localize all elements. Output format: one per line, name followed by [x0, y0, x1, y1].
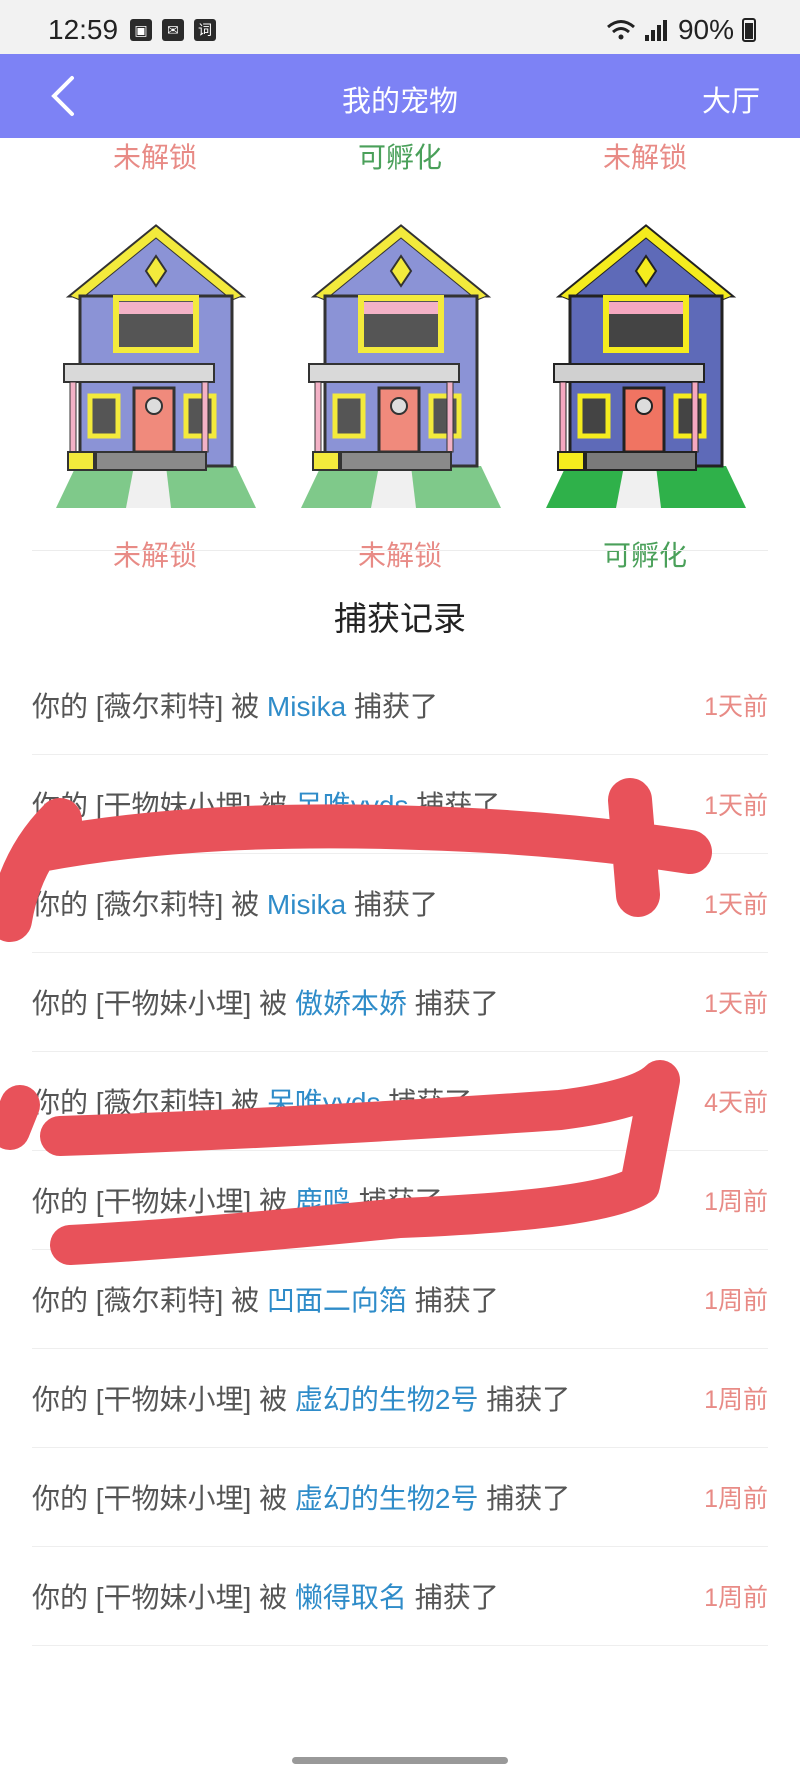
pet-status-top: 未解锁 — [602, 142, 687, 173]
pet-slot-3[interactable]: 未解锁 可孵化 — [522, 138, 768, 571]
record-row[interactable]: 你的 [干物妹小埋] 被 懒得取名 捕获了 1周前 — [32, 1547, 768, 1646]
pet-slot-1[interactable]: 未解锁 未解锁 — [32, 138, 278, 571]
record-time: 1天前 — [704, 891, 768, 919]
catcher-name[interactable]: 呆唯yyds — [267, 1087, 381, 1118]
pet-status-bottom: 可孵化 — [602, 540, 687, 571]
record-suffix: 捕获了 — [486, 1483, 571, 1514]
record-suffix: 捕获了 — [414, 1582, 499, 1613]
record-prefix: 你的 [干物妹小埋] 被 — [32, 988, 288, 1019]
status-system-icons: 90% — [606, 14, 756, 46]
image-icon: ▣ — [130, 19, 152, 41]
records-title: 捕获记录 — [334, 600, 466, 637]
record-prefix: 你的 [干物妹小埋] 被 — [32, 1582, 288, 1613]
house-icon — [546, 224, 746, 508]
record-suffix: 捕获了 — [414, 1285, 499, 1316]
record-text: 你的 [薇尔莉特] 被 呆唯yyds 捕获了 — [32, 1081, 472, 1121]
record-text: 你的 [干物妹小埋] 被 虚幻的生物2号 捕获了 — [32, 1477, 570, 1517]
record-row[interactable]: 你的 [干物妹小埋] 被 呆唯yyds 捕获了 1天前 — [32, 755, 768, 854]
record-time: 1周前 — [704, 1485, 768, 1513]
record-time: 1周前 — [704, 1287, 768, 1315]
app-bar: 我的宠物 大厅 — [0, 54, 800, 138]
record-suffix: 捕获了 — [354, 691, 439, 722]
catcher-name[interactable]: 虚幻的生物2号 — [295, 1483, 479, 1514]
record-text: 你的 [薇尔莉特] 被 凹面二向箔 捕获了 — [32, 1279, 499, 1319]
catcher-name[interactable]: 凹面二向箔 — [267, 1285, 407, 1316]
record-suffix: 捕获了 — [358, 1186, 443, 1217]
record-prefix: 你的 [干物妹小埋] 被 — [32, 790, 288, 821]
lobby-button[interactable]: 大厅 — [702, 78, 760, 120]
catcher-name[interactable]: 呆唯yyds — [295, 790, 409, 821]
record-time: 1周前 — [704, 1386, 768, 1414]
page-title: 我的宠物 — [341, 86, 458, 118]
record-row[interactable]: 你的 [干物妹小埋] 被 傲娇本娇 捕获了 1天前 — [32, 953, 768, 1052]
record-list: 你的 [薇尔莉特] 被 Misika 捕获了 1天前 你的 [干物妹小埋] 被 … — [32, 656, 768, 1646]
pet-status-bottom: 未解锁 — [112, 540, 197, 571]
record-prefix: 你的 [薇尔莉特] 被 — [32, 691, 260, 722]
record-time: 4天前 — [704, 1089, 768, 1117]
dict-icon: 词 — [194, 19, 216, 41]
record-suffix: 捕获了 — [486, 1384, 571, 1415]
status-time: 12:59 — [48, 14, 119, 45]
pet-houses: 未解锁 未解锁 可孵化 未解锁 未解锁 可孵化 — [0, 138, 800, 571]
record-row[interactable]: 你的 [薇尔莉特] 被 Misika 捕获了 1天前 — [32, 854, 768, 953]
catcher-name[interactable]: Misika — [267, 889, 346, 920]
battery-icon — [742, 18, 756, 42]
record-time: 1天前 — [704, 693, 768, 721]
record-prefix: 你的 [薇尔莉特] 被 — [32, 1285, 260, 1316]
record-text: 你的 [干物妹小埋] 被 呆唯yyds 捕获了 — [32, 784, 500, 824]
record-suffix: 捕获了 — [354, 889, 439, 920]
record-row[interactable]: 你的 [薇尔莉特] 被 凹面二向箔 捕获了 1周前 — [32, 1250, 768, 1349]
battery-percent: 90% — [677, 14, 734, 45]
home-indicator[interactable] — [292, 1757, 508, 1764]
record-row[interactable]: 你的 [干物妹小埋] 被 虚幻的生物2号 捕获了 1周前 — [32, 1349, 768, 1448]
record-time: 1周前 — [704, 1188, 768, 1216]
pet-status-top: 未解锁 — [112, 142, 197, 173]
catcher-name[interactable]: 鹿鸣 — [295, 1186, 351, 1217]
record-prefix: 你的 [干物妹小埋] 被 — [32, 1384, 288, 1415]
pet-slot-2[interactable]: 可孵化 未解锁 — [277, 138, 523, 571]
catcher-name[interactable]: 虚幻的生物2号 — [295, 1384, 479, 1415]
record-text: 你的 [干物妹小埋] 被 虚幻的生物2号 捕获了 — [32, 1378, 570, 1418]
record-row[interactable]: 你的 [薇尔莉特] 被 Misika 捕获了 1天前 — [32, 656, 768, 755]
record-time: 1天前 — [704, 792, 768, 820]
record-row[interactable]: 你的 [干物妹小埋] 被 鹿鸣 捕获了 1周前 — [32, 1151, 768, 1250]
record-row[interactable]: 你的 [干物妹小埋] 被 虚幻的生物2号 捕获了 1周前 — [32, 1448, 768, 1547]
record-row[interactable]: 你的 [薇尔莉特] 被 呆唯yyds 捕获了 4天前 — [32, 1052, 768, 1151]
signal-icon — [644, 20, 667, 41]
catcher-name[interactable]: 懒得取名 — [295, 1582, 407, 1613]
record-text: 你的 [薇尔莉特] 被 Misika 捕获了 — [32, 883, 438, 923]
record-prefix: 你的 [薇尔莉特] 被 — [32, 889, 260, 920]
house-icon — [301, 224, 501, 508]
pet-status-bottom: 未解锁 — [357, 540, 442, 571]
record-text: 你的 [干物妹小埋] 被 傲娇本娇 捕获了 — [32, 982, 499, 1022]
record-text: 你的 [干物妹小埋] 被 懒得取名 捕获了 — [32, 1576, 499, 1616]
record-suffix: 捕获了 — [414, 988, 499, 1019]
record-time: 1天前 — [704, 990, 768, 1018]
record-text: 你的 [干物妹小埋] 被 鹿鸣 捕获了 — [32, 1180, 443, 1220]
record-prefix: 你的 [干物妹小埋] 被 — [32, 1483, 288, 1514]
record-prefix: 你的 [薇尔莉特] 被 — [32, 1087, 260, 1118]
house-icon — [56, 224, 256, 508]
mail-icon: ✉ — [162, 19, 184, 41]
record-time: 1周前 — [704, 1584, 768, 1612]
record-suffix: 捕获了 — [416, 790, 501, 821]
status-bar: 12:59 ▣ ✉ 词 90% — [0, 0, 800, 54]
section-divider — [32, 550, 768, 551]
record-suffix: 捕获了 — [388, 1087, 473, 1118]
catcher-name[interactable]: 傲娇本娇 — [295, 988, 407, 1019]
record-text: 你的 [薇尔莉特] 被 Misika 捕获了 — [32, 685, 438, 725]
record-prefix: 你的 [干物妹小埋] 被 — [32, 1186, 288, 1217]
catcher-name[interactable]: Misika — [267, 691, 346, 722]
pet-status-top: 可孵化 — [357, 142, 442, 173]
wifi-icon — [606, 20, 635, 40]
status-notification-icons: ▣ ✉ 词 — [130, 19, 216, 41]
